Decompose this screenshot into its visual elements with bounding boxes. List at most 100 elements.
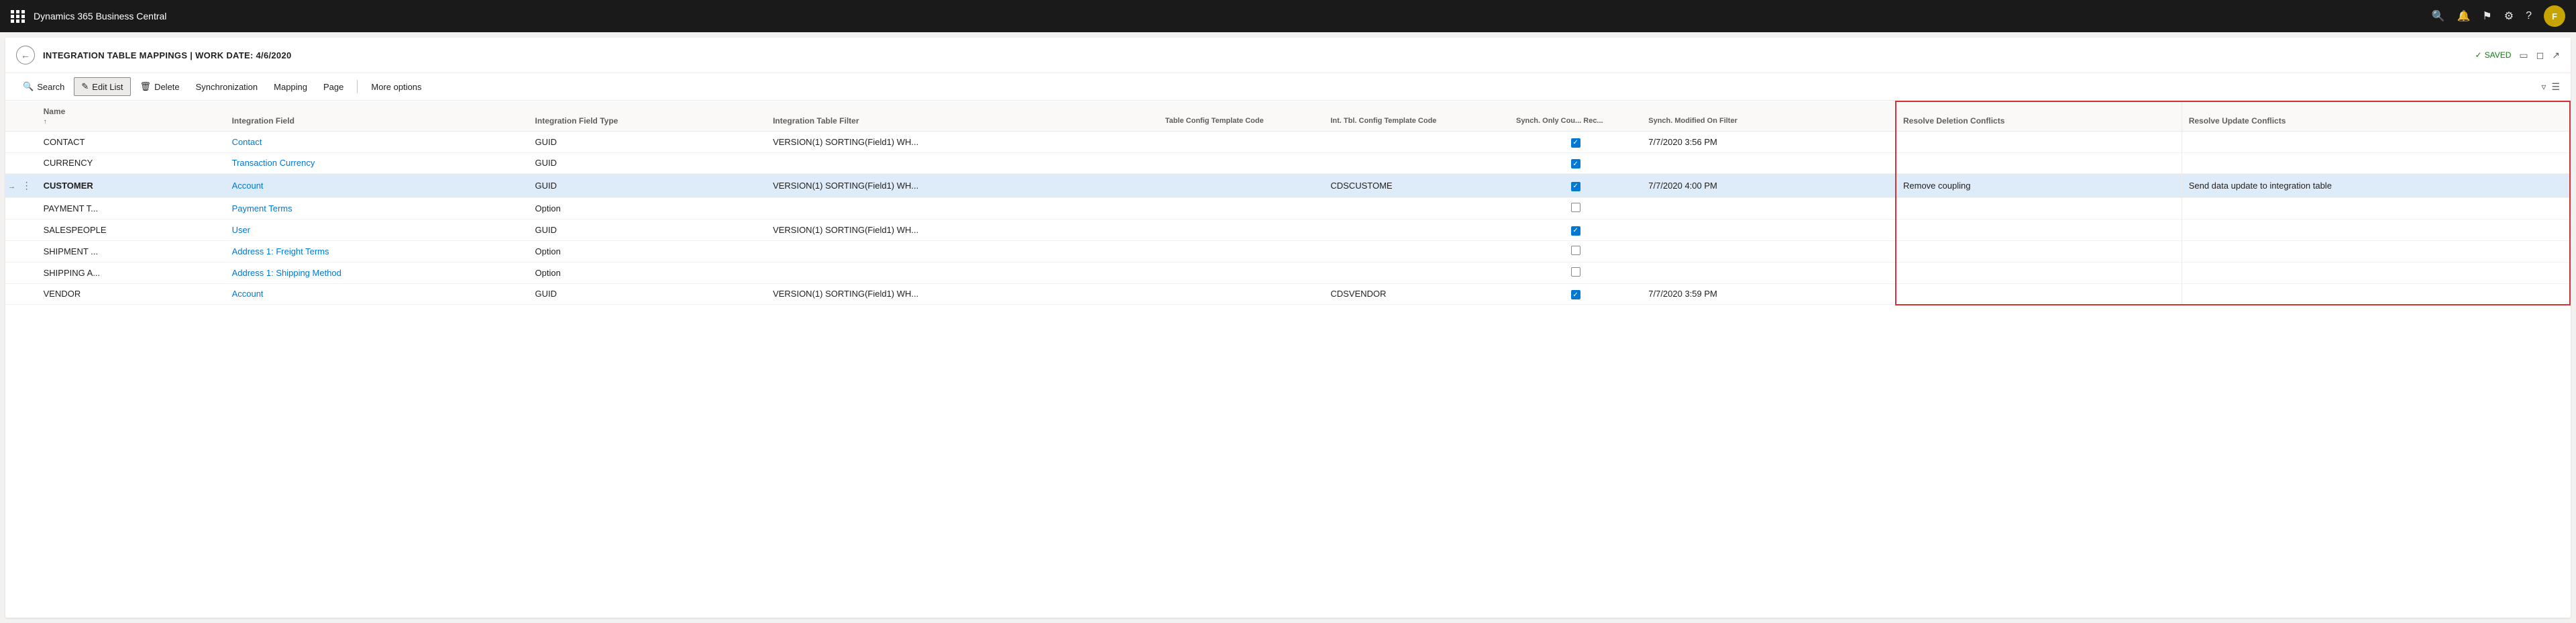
synchronization-button[interactable]: Synchronization [189,79,265,95]
app-title: Dynamics 365 Business Central [34,11,166,21]
cell-synch-only-coupled[interactable] [1509,262,1642,283]
cell-synch-only-coupled[interactable]: ✓ [1509,283,1642,305]
col-resolve-update-conflicts[interactable]: Resolve Update Conflicts [2182,101,2570,132]
cell-integration-field[interactable]: Account [225,174,529,198]
cell-name: SHIPMENT ... [37,240,225,262]
page-button[interactable]: Page [317,79,350,95]
cell-synch-modified-on-filter [1642,220,1896,241]
cell-resolve-deletion-conflicts[interactable]: Remove coupling [1896,174,2182,198]
checkbox[interactable] [1571,246,1580,255]
table-row[interactable]: PAYMENT T...Payment TermsOption [5,198,2570,220]
cell-name: CUSTOMER [37,174,225,198]
col-int-tbl-config-template-code[interactable]: Int. Tbl. Config Template Code [1324,101,1509,132]
checkbox[interactable]: ✓ [1571,290,1580,299]
col-synch-modified-on-filter[interactable]: Synch. Modified On Filter [1642,101,1896,132]
cell-resolve-update-conflicts[interactable] [2182,283,2570,305]
cell-synch-only-coupled[interactable]: ✓ [1509,220,1642,241]
cell-resolve-deletion-conflicts[interactable] [1896,152,2182,174]
cell-synch-only-coupled[interactable] [1509,198,1642,220]
delete-icon: 🗑 [140,81,152,92]
saved-status: ✓ SAVED [2475,50,2512,60]
cell-resolve-deletion-conflicts[interactable] [1896,262,2182,283]
edit-list-button[interactable]: ✎ Edit List [74,77,130,96]
delete-button[interactable]: 🗑 Delete [133,78,186,95]
cell-resolve-update-conflicts[interactable] [2182,132,2570,153]
bookmark-icon[interactable]: ▭ [2519,50,2528,61]
col-name[interactable]: Name ↑ [37,101,225,132]
mapping-button[interactable]: Mapping [267,79,314,95]
cell-synch-only-coupled[interactable] [1509,240,1642,262]
filter-icon[interactable]: ▿ [2541,81,2546,93]
table-row[interactable]: CURRENCYTransaction CurrencyGUID✓ [5,152,2570,174]
page-header-right: ✓ SAVED ▭ ◻ ↗ [2475,50,2560,61]
col-synch-only-coupled[interactable]: Synch. Only Cou... Rec... [1509,101,1642,132]
cell-resolve-update-conflicts[interactable] [2182,240,2570,262]
settings-icon[interactable]: ⚙ [2504,9,2514,23]
cell-synch-only-coupled[interactable]: ✓ [1509,152,1642,174]
back-button[interactable]: ← [16,46,35,64]
row-indicator-cell [5,283,37,305]
cell-integration-field[interactable]: User [225,220,529,241]
cell-table-config-template-code [1159,174,1324,198]
checkbox[interactable]: ✓ [1571,226,1580,236]
cell-resolve-update-conflicts[interactable] [2182,220,2570,241]
checkbox[interactable] [1571,203,1580,212]
table-container: Name ↑ Integration Field Integration Fie… [5,101,2571,305]
cell-resolve-update-conflicts[interactable] [2182,262,2570,283]
table-row[interactable]: SHIPMENT ...Address 1: Freight TermsOpti… [5,240,2570,262]
search-button[interactable]: 🔍 Search [16,78,71,95]
cell-integration-field[interactable]: Address 1: Freight Terms [225,240,529,262]
list-view-icon[interactable]: ☰ [2551,81,2560,93]
cell-resolve-update-conflicts[interactable] [2182,198,2570,220]
cell-resolve-deletion-conflicts[interactable] [1896,198,2182,220]
cell-integration-field-type: GUID [529,132,767,153]
row-arrow-icon: → [8,183,17,191]
cell-integration-table-filter: VERSION(1) SORTING(Field1) WH... [766,220,1159,241]
app-launcher-icon[interactable] [11,10,25,23]
more-options-button[interactable]: More options [364,79,428,95]
row-indicator-cell [5,262,37,283]
cell-integration-field[interactable]: Transaction Currency [225,152,529,174]
cell-integration-field[interactable]: Contact [225,132,529,153]
help-icon[interactable]: ? [2526,10,2532,22]
external-link-icon[interactable]: ◻ [2536,50,2544,61]
avatar[interactable]: F [2544,5,2565,27]
checkbox[interactable]: ✓ [1571,138,1580,148]
cell-resolve-deletion-conflicts[interactable] [1896,220,2182,241]
cell-resolve-deletion-conflicts[interactable] [1896,240,2182,262]
col-table-config-template-code[interactable]: Table Config Template Code [1159,101,1324,132]
checkbox[interactable]: ✓ [1571,182,1580,191]
cell-integration-field[interactable]: Payment Terms [225,198,529,220]
cell-integration-field-type: Option [529,240,767,262]
col-integration-field[interactable]: Integration Field [225,101,529,132]
cell-resolve-deletion-conflicts[interactable] [1896,283,2182,305]
table-row[interactable]: → ⋮CUSTOMERAccountGUIDVERSION(1) SORTING… [5,174,2570,198]
col-integration-table-filter[interactable]: Integration Table Filter [766,101,1159,132]
search-nav-icon[interactable]: 🔍 [2432,9,2445,23]
checkbox[interactable]: ✓ [1571,159,1580,169]
table-row[interactable]: CONTACTContactGUIDVERSION(1) SORTING(Fie… [5,132,2570,153]
col-integration-field-type[interactable]: Integration Field Type [529,101,767,132]
cell-synch-only-coupled[interactable]: ✓ [1509,132,1642,153]
table-row[interactable]: SHIPPING A...Address 1: Shipping MethodO… [5,262,2570,283]
cell-resolve-update-conflicts[interactable] [2182,152,2570,174]
cell-int-tbl-config-template-code: CDSCUSTOME [1324,174,1509,198]
cell-integration-field-type: GUID [529,174,767,198]
cell-integration-field[interactable]: Address 1: Shipping Method [225,262,529,283]
table-header-row: Name ↑ Integration Field Integration Fie… [5,101,2570,132]
table-row[interactable]: SALESPEOPLEUserGUIDVERSION(1) SORTING(Fi… [5,220,2570,241]
cell-synch-only-coupled[interactable]: ✓ [1509,174,1642,198]
table-row[interactable]: VENDORAccountGUIDVERSION(1) SORTING(Fiel… [5,283,2570,305]
row-menu-button[interactable]: ⋮ [19,179,34,193]
toolbar-right: ▿ ☰ [2541,81,2560,93]
flag-icon[interactable]: ⚑ [2482,9,2491,23]
cell-synch-modified-on-filter: 7/7/2020 3:59 PM [1642,283,1896,305]
cell-name: CONTACT [37,132,225,153]
cell-resolve-deletion-conflicts[interactable] [1896,132,2182,153]
col-resolve-deletion-conflicts[interactable]: Resolve Deletion Conflicts [1896,101,2182,132]
checkbox[interactable] [1571,267,1580,277]
cell-integration-field[interactable]: Account [225,283,529,305]
cell-resolve-update-conflicts[interactable]: Send data update to integration table [2182,174,2570,198]
expand-icon[interactable]: ↗ [2552,50,2560,61]
bell-icon[interactable]: 🔔 [2457,9,2470,23]
